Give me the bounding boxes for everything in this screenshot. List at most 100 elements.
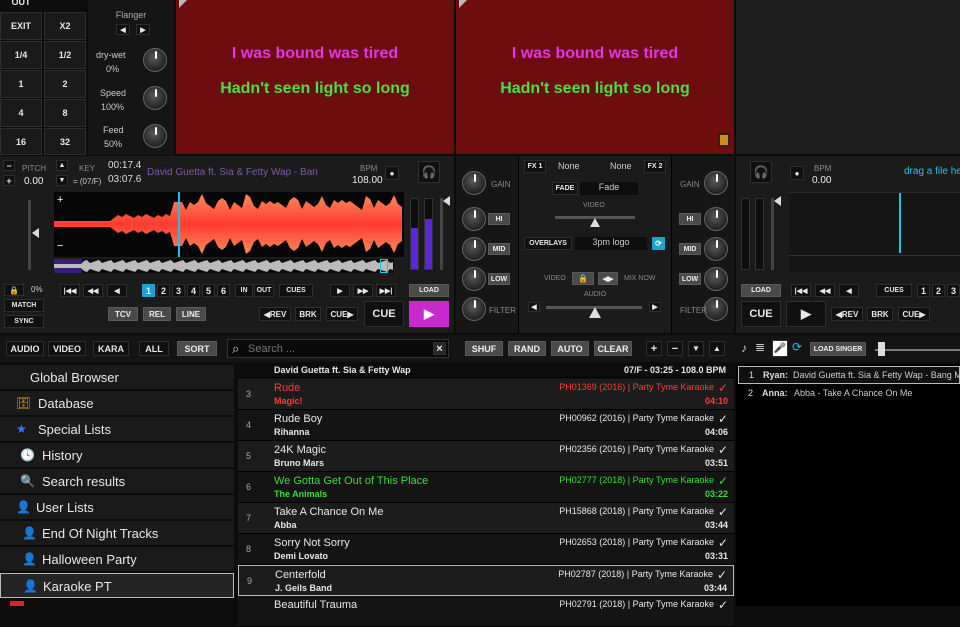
hi-knob-left[interactable] — [462, 207, 486, 231]
loop-out-button[interactable]: OUT — [254, 284, 274, 297]
volume-fader-handle[interactable] — [774, 196, 781, 206]
headphones-icon[interactable]: 🎧 — [418, 161, 440, 183]
gain-knob-left[interactable] — [462, 171, 486, 195]
crossfader-right-button[interactable]: ▶ — [649, 302, 661, 312]
overview-waveform[interactable] — [54, 259, 394, 273]
prev-button[interactable]: ◀ — [839, 284, 859, 297]
skip-end-button[interactable]: ▶▶| — [376, 284, 396, 297]
cue-point-3-button[interactable]: 3 — [947, 284, 960, 297]
overlays-button[interactable]: OVERLAYS — [524, 237, 572, 250]
mid-knob-left[interactable] — [462, 237, 486, 261]
bpm-settings-button[interactable]: ● — [790, 166, 804, 180]
speed-knob[interactable] — [143, 86, 167, 110]
random-button[interactable]: RAND — [508, 341, 546, 356]
search-box[interactable]: ⌕ × — [227, 339, 449, 358]
move-down-button[interactable]: ▼ — [688, 341, 704, 356]
pitch-slider-track[interactable] — [28, 200, 31, 270]
play-button[interactable]: ▶ — [409, 301, 449, 327]
brake-button[interactable]: BRK — [867, 307, 893, 321]
waveform[interactable] — [789, 192, 960, 272]
tree-item-user-lists[interactable]: 👤 User Lists — [0, 495, 234, 520]
reverse-button[interactable]: ◀ REV — [259, 307, 291, 321]
list-view-icon[interactable]: ≣ — [755, 340, 765, 354]
tree-item-karaoke-pt[interactable]: 👤 Karaoke PT — [0, 573, 234, 598]
volume-fader-handle[interactable] — [443, 196, 450, 206]
track-row[interactable]: 3 Rude Magic! PH01369 (2016) | Party Tyme K… — [238, 379, 734, 410]
pitch-slider-handle[interactable] — [32, 228, 39, 238]
skip-start-button[interactable]: |◀◀ — [791, 284, 811, 297]
waveform-zoom-plus[interactable]: + — [57, 194, 63, 206]
loop-2-button[interactable]: 2 — [44, 70, 86, 98]
all-filter-button[interactable]: ALL — [139, 341, 169, 356]
cue-point-6-button[interactable]: 6 — [217, 284, 230, 297]
pitch-plus-button[interactable]: + — [3, 175, 15, 186]
load-button[interactable]: LOAD — [409, 284, 449, 297]
rel-button[interactable]: REL — [143, 307, 171, 321]
singer-row[interactable]: 1 Ryan: David Guetta ft. Sia & Fetty Wap -… — [738, 366, 960, 384]
search-clear-button[interactable]: × — [433, 342, 446, 355]
skip-start-button[interactable]: |◀◀ — [60, 284, 80, 297]
singer-slider-track[interactable] — [875, 349, 960, 351]
filter-knob-right[interactable] — [704, 297, 728, 321]
key-down-button[interactable]: ▼ — [56, 175, 68, 186]
cues-button[interactable]: CUES — [876, 284, 912, 297]
sync-button[interactable]: SYNC — [4, 315, 44, 328]
fade-value[interactable]: Fade — [580, 182, 638, 195]
tree-item-end-of-night-tracks[interactable]: 👤 End Of Night Tracks — [0, 521, 234, 546]
play-button[interactable]: ▶ — [786, 301, 826, 327]
cue-stutter-button[interactable]: CUE ▶ — [898, 307, 930, 321]
video-lock-icon[interactable]: 🔒 — [572, 272, 594, 285]
filter-knob-left[interactable] — [462, 297, 486, 321]
drywet-knob[interactable] — [143, 48, 167, 72]
line-button[interactable]: LINE — [176, 307, 206, 321]
cue-point-3-button[interactable]: 3 — [172, 284, 185, 297]
volume-fader-track[interactable] — [440, 198, 443, 270]
waveform-zoom-minus[interactable]: − — [57, 240, 63, 252]
loop-32-button[interactable]: 32 — [44, 128, 86, 155]
fade-button[interactable]: FADE — [552, 182, 578, 195]
drag-file-hint[interactable]: drag a file he — [904, 166, 960, 177]
video-filter-button[interactable]: VIDEO — [48, 341, 86, 356]
track-row[interactable]: 8 Sorry Not Sorry Demi Lovato PH02653 (2018… — [238, 534, 734, 565]
tree-item-halloween-party[interactable]: 👤 Halloween Party — [0, 547, 234, 572]
effect-next-button[interactable]: ▶ — [136, 24, 150, 35]
singer-row[interactable]: 2 Anna: Abba - Take A Chance On Me — [738, 385, 960, 403]
loop-16-button[interactable]: 16 — [0, 128, 42, 155]
headphones-icon[interactable]: 🎧 — [750, 161, 772, 183]
match-button[interactable]: MATCH — [4, 299, 44, 312]
fx1-value[interactable]: None — [558, 161, 580, 171]
overlay-toggle-icon[interactable]: ⟳ — [652, 237, 665, 250]
sort-button[interactable]: SORT — [177, 341, 217, 356]
move-up-button[interactable]: ▲ — [709, 341, 725, 356]
fast-forward-button[interactable]: ▶▶ — [353, 284, 373, 297]
mid-knob-right[interactable] — [704, 237, 728, 261]
tree-item-search-results[interactable]: 🔍 Search results — [0, 469, 234, 494]
low-knob-right[interactable] — [704, 267, 728, 291]
loop-in-button[interactable]: IN — [235, 284, 253, 297]
loop-1-button[interactable]: 1 — [0, 70, 42, 98]
loop-4-button[interactable]: 4 — [0, 99, 42, 127]
pitch-minus-button[interactable]: − — [3, 160, 15, 171]
tree-item-global-browser[interactable]: Global Browser — [0, 365, 234, 390]
audio-filter-button[interactable]: AUDIO — [6, 341, 44, 356]
track-row[interactable]: 5 24K Magic Bruno Mars PH02356 (2016) | Par… — [238, 441, 734, 472]
cue-point-5-button[interactable]: 5 — [202, 284, 215, 297]
brake-button[interactable]: BRK — [295, 307, 321, 321]
hi-kill-left[interactable]: HI — [488, 213, 510, 225]
auto-button[interactable]: AUTO — [551, 341, 589, 356]
cues-button[interactable]: CUES — [279, 284, 313, 297]
loop-1-2-button[interactable]: 1/2 — [44, 41, 86, 69]
loop-1-4-button[interactable]: 1/4 — [0, 41, 42, 69]
shuffle-button[interactable]: SHUF — [465, 341, 503, 356]
waveform[interactable] — [54, 192, 404, 257]
track-row[interactable]: Beautiful Trauma PH02791 (2018) | Party T… — [238, 596, 734, 627]
gain-knob-right[interactable] — [704, 171, 728, 195]
remove-button[interactable]: − — [667, 341, 683, 356]
overlays-value[interactable]: 3pm logo — [575, 237, 647, 250]
singer-slider-handle[interactable] — [878, 342, 885, 356]
low-knob-left[interactable] — [462, 267, 486, 291]
cue-point-1-button[interactable]: 1 — [917, 284, 930, 297]
out-button[interactable]: OUT — [0, 0, 42, 8]
microphone-icon[interactable]: 🎤 — [772, 340, 788, 357]
effect-prev-button[interactable]: ◀ — [116, 24, 130, 35]
